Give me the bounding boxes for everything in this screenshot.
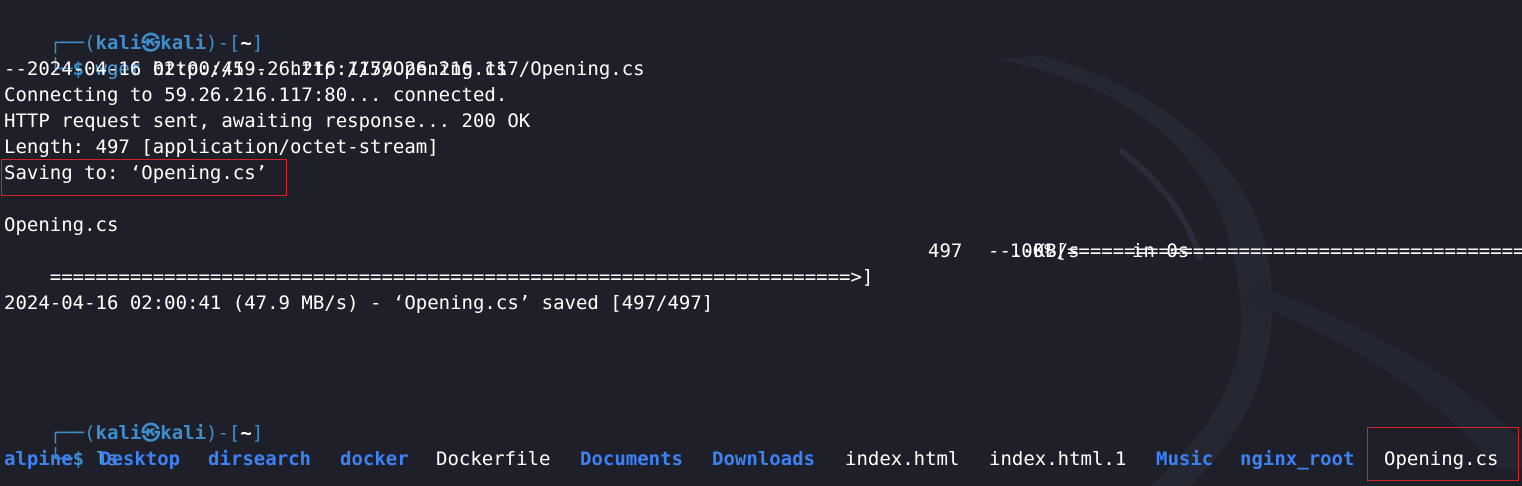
ls-dir-item: nginx_root	[1240, 448, 1355, 470]
output-line-saved: 2024-04-16 02:00:41 (47.9 MB/s) - ‘Openi…	[4, 292, 714, 314]
prompt-frame: ]	[251, 422, 264, 444]
ls-dir-item: Desktop	[100, 448, 181, 470]
output-line: HTTP request sent, awaiting response... …	[4, 110, 531, 132]
highlight-opening-cs	[1367, 427, 1519, 481]
progress-time: in 0s	[1132, 240, 1190, 262]
command-line-wget: └─$ wget http://59.26.216.117/Opening.cs	[4, 30, 508, 80]
ls-dir-item: Documents	[580, 448, 683, 470]
output-line: Connecting to 59.26.216.117:80... connec…	[4, 84, 508, 106]
ls-dir-item: Music	[1156, 448, 1214, 470]
progress-speed: --.-KB/s	[988, 240, 1080, 262]
prompt-dir: ~	[240, 422, 252, 444]
prompt-line-top: ┌──(kali㉿kali)-[~]	[4, 394, 264, 444]
ls-dir-item: docker	[340, 448, 409, 470]
highlight-saving-to	[1, 159, 287, 196]
output-line: --2024-04-16 02:00:41-- http://59.26.216…	[4, 58, 645, 80]
ls-file-item: index.html	[845, 448, 960, 470]
ls-file-item: index.html.1	[989, 448, 1127, 470]
ls-output-row: alpine Desktop dirsearch docker Dockerfi…	[4, 446, 1522, 472]
progress-size: 497	[928, 240, 963, 262]
progress-bar: ========================================…	[49, 266, 874, 288]
ls-dir-item: dirsearch	[208, 448, 311, 470]
progress-filename: Opening.cs	[4, 214, 119, 236]
terminal-output[interactable]: ┌──(kali㉿kali)-[~] └─$ wget http://59.26…	[4, 4, 1522, 486]
progress-bar-line-2: ========================================…	[4, 238, 874, 288]
command-line-ls: └─$ ls	[4, 420, 119, 470]
ls-dir-item: alpine	[4, 448, 73, 470]
ls-dir-item: Downloads	[712, 448, 815, 470]
prompt-frame: )-[	[206, 422, 241, 444]
prompt-line-top: ┌──(kali㉿kali)-[~]	[4, 4, 264, 54]
output-line: Length: 497 [application/octet-stream]	[4, 136, 439, 158]
progress-bar-line-1: 100%[===================================…	[964, 212, 1522, 262]
ls-file-item: Dockerfile	[436, 448, 551, 470]
